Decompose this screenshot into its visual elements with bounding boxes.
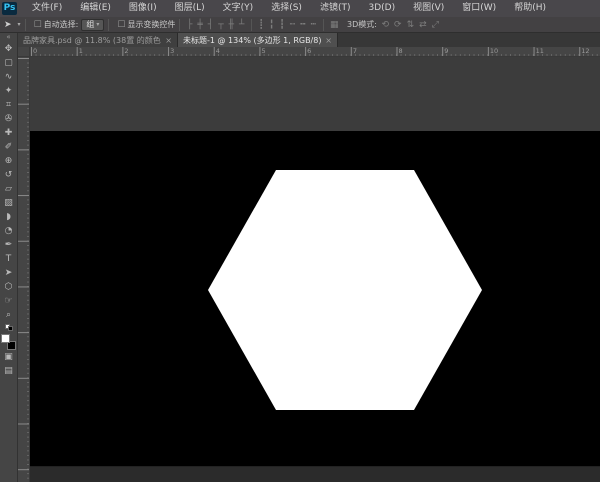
separator xyxy=(25,19,26,31)
menu-edit[interactable]: 编辑(E) xyxy=(71,0,120,17)
options-bar: ➤ ▾ ☐ 自动选择: 组 ▾ ☐ 显示变换控件 ├ ╪ ┤ ┬ ╫ ┴ ┋ ╏… xyxy=(0,17,600,33)
auto-select-label: 自动选择: xyxy=(44,19,79,30)
auto-select-dropdown-value: 组 xyxy=(86,20,94,30)
shape-tool-button[interactable]: ⬡ xyxy=(1,280,17,294)
distribute-right-icon[interactable]: ┅ xyxy=(308,20,318,30)
menu-help[interactable]: 帮助(H) xyxy=(505,0,555,17)
tools-panel: « ✥ ▢ ∿ ✦ ⌗ ✇ ✚ ✐ ⊕ ↺ ▱ ▨ ◗ ◔ ✒ T ➤ ⬡ ☞ … xyxy=(0,33,18,482)
foreground-color-swatch[interactable] xyxy=(1,334,10,343)
menu-window[interactable]: 窗口(W) xyxy=(453,0,505,17)
tool-preset-caret-icon[interactable]: ▾ xyxy=(18,21,21,28)
document-tab-2[interactable]: 未标题-1 @ 134% (多边形 1, RGB/8)* × xyxy=(178,33,338,47)
gradient-tool-button[interactable]: ▨ xyxy=(1,196,17,210)
menu-select[interactable]: 选择(S) xyxy=(262,0,311,17)
canvas-area[interactable] xyxy=(30,57,600,482)
document-tab-1-title: 品牌家具.psd @ 11.8% (38置 的颜色值/8, RGB/8#) * xyxy=(23,35,161,46)
dodge-tool-button[interactable]: ◔ xyxy=(1,224,17,238)
separator xyxy=(179,19,180,31)
quick-selection-tool-button[interactable]: ✦ xyxy=(1,84,17,98)
auto-align-layers-icon[interactable]: ▦ xyxy=(328,20,342,30)
type-tool-button[interactable]: T xyxy=(1,252,17,266)
menu-bar: Ps 文件(F) 编辑(E) 图像(I) 图层(L) 文字(Y) 选择(S) 滤… xyxy=(0,0,600,17)
align-right-edges-icon[interactable]: ┤ xyxy=(205,20,215,30)
3d-slide-icon[interactable]: ⇄ xyxy=(417,20,430,30)
healing-brush-tool-button[interactable]: ✚ xyxy=(1,126,17,140)
distribute-h-centers-icon[interactable]: ╍ xyxy=(298,20,308,30)
screen-mode-button[interactable]: ▤ xyxy=(1,364,17,378)
align-bottom-edges-icon[interactable]: ┴ xyxy=(237,20,247,30)
separator xyxy=(251,19,252,31)
lasso-tool-button[interactable]: ∿ xyxy=(1,70,17,84)
move-tool-button[interactable]: ✥ xyxy=(1,42,17,56)
distribute-top-icon[interactable]: ┋ xyxy=(256,20,266,30)
marquee-tool-button[interactable]: ▢ xyxy=(1,56,17,70)
quick-mask-button[interactable]: ▣ xyxy=(1,350,17,364)
horizontal-ruler[interactable]: 01 23 45 67 89 1011 12 xyxy=(30,47,600,57)
ruler-corner xyxy=(18,47,30,57)
pen-tool-button[interactable]: ✒ xyxy=(1,238,17,252)
default-background-swatch xyxy=(8,326,13,331)
menu-view[interactable]: 视图(V) xyxy=(404,0,453,17)
chevron-down-icon: ▾ xyxy=(96,20,99,30)
align-top-edges-icon[interactable]: ┬ xyxy=(216,20,226,30)
vertical-ruler[interactable] xyxy=(18,57,30,482)
distribute-left-icon[interactable]: ┉ xyxy=(287,20,297,30)
color-swatches xyxy=(1,334,16,350)
menu-3d[interactable]: 3D(D) xyxy=(359,0,404,17)
path-selection-tool-button[interactable]: ➤ xyxy=(1,266,17,280)
auto-select-dropdown[interactable]: 组 ▾ xyxy=(81,19,104,31)
menu-filter[interactable]: 滤镜(T) xyxy=(311,0,360,17)
menu-layer[interactable]: 图层(L) xyxy=(166,0,214,17)
close-icon[interactable]: × xyxy=(165,36,172,45)
3d-rotate-icon[interactable]: ⟲ xyxy=(379,20,392,30)
eyedropper-tool-button[interactable]: ✇ xyxy=(1,112,17,126)
distribute-v-centers-icon[interactable]: ╏ xyxy=(266,20,276,30)
close-icon[interactable]: × xyxy=(325,36,332,45)
separator xyxy=(323,19,324,31)
clone-stamp-tool-button[interactable]: ⊕ xyxy=(1,154,17,168)
document-tab-bar: 品牌家具.psd @ 11.8% (38置 的颜色值/8, RGB/8#) * … xyxy=(18,33,600,47)
hexagon-shape[interactable] xyxy=(208,170,482,410)
move-tool-icon: ➤ xyxy=(0,20,16,30)
menu-type[interactable]: 文字(Y) xyxy=(214,0,263,17)
menu-image[interactable]: 图像(I) xyxy=(120,0,166,17)
eraser-tool-button[interactable]: ▱ xyxy=(1,182,17,196)
separator xyxy=(108,19,109,31)
horizontal-ruler-numbers: 01 23 45 67 89 1011 12 xyxy=(30,47,600,56)
zoom-tool-button[interactable]: ⌕ xyxy=(1,308,17,322)
show-transform-label: 显示变换控件 xyxy=(127,19,175,30)
horizontal-scrollbar[interactable] xyxy=(30,466,600,482)
default-colors-icon[interactable] xyxy=(5,324,13,331)
blur-tool-button[interactable]: ◗ xyxy=(1,210,17,224)
crop-tool-button[interactable]: ⌗ xyxy=(1,98,17,112)
history-brush-tool-button[interactable]: ↺ xyxy=(1,168,17,182)
auto-select-checkbox[interactable]: ☐ xyxy=(34,20,42,30)
document-tab-2-title: 未标题-1 @ 134% (多边形 1, RGB/8)* xyxy=(183,35,321,46)
3d-roll-icon[interactable]: ⟳ xyxy=(392,20,405,30)
show-transform-checkbox[interactable]: ☐ xyxy=(117,20,125,30)
menu-file[interactable]: 文件(F) xyxy=(23,0,71,17)
hand-tool-button[interactable]: ☞ xyxy=(1,294,17,308)
3d-drag-icon[interactable]: ⇅ xyxy=(404,20,417,30)
document-tab-1[interactable]: 品牌家具.psd @ 11.8% (38置 的颜色值/8, RGB/8#) * … xyxy=(18,33,178,47)
align-left-edges-icon[interactable]: ├ xyxy=(184,20,194,30)
photoshop-logo-icon: Ps xyxy=(2,2,17,15)
collapse-panel-icon[interactable]: « xyxy=(6,33,10,42)
3d-scale-icon[interactable]: ⤢ xyxy=(429,20,441,30)
shape-layer[interactable] xyxy=(30,57,600,482)
align-h-centers-icon[interactable]: ╪ xyxy=(195,20,205,30)
3d-mode-label: 3D模式: xyxy=(347,19,377,30)
align-v-centers-icon[interactable]: ╫ xyxy=(226,20,236,30)
distribute-bottom-icon[interactable]: ┇ xyxy=(277,20,287,30)
brush-tool-button[interactable]: ✐ xyxy=(1,140,17,154)
